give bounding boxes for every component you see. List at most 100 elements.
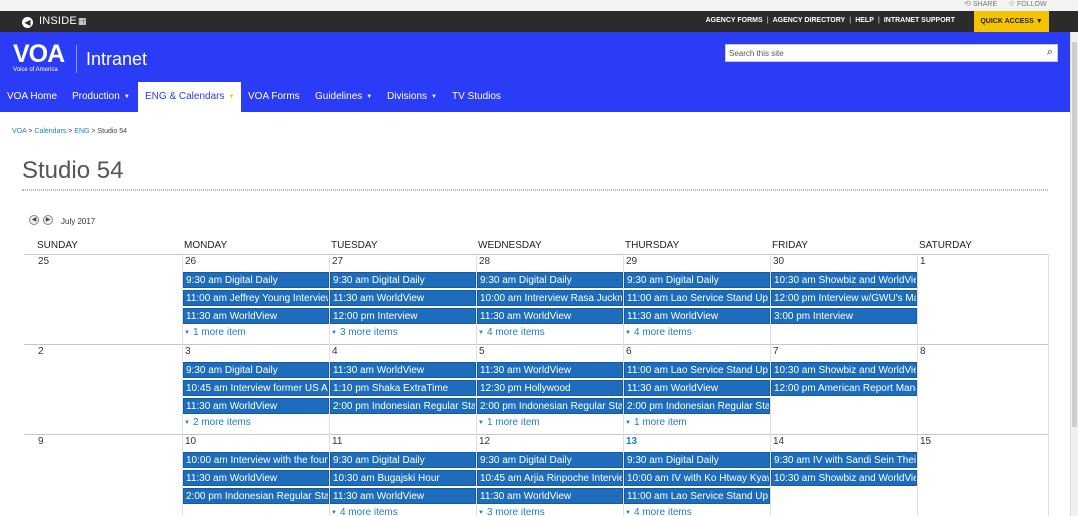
calendar-event[interactable]: 9:30 am Digital Daily xyxy=(330,452,476,468)
nav-item[interactable]: ENG & Calendars ▼ xyxy=(138,82,242,112)
share-button[interactable]: ⟲ SHARE xyxy=(964,0,997,8)
nav-item[interactable]: Guidelines ▼ xyxy=(315,82,372,112)
more-items-link[interactable]: ▼ 4 more items xyxy=(625,327,692,338)
more-items-link[interactable]: ▼ 4 more items xyxy=(331,507,398,516)
calendar-event[interactable]: 12:00 pm Interview w/GWU's Mary xyxy=(771,290,917,306)
nav-item[interactable]: VOA Forms xyxy=(248,82,300,112)
day-number[interactable]: 10 xyxy=(185,436,196,447)
calendar-event[interactable]: 9:30 am Digital Daily xyxy=(183,362,329,378)
more-items-link[interactable]: ▼ 1 more item xyxy=(478,417,540,428)
prev-month-button[interactable]: ◀ xyxy=(29,215,39,225)
calendar-event[interactable]: 9:30 am IV with Sandi Sein Their xyxy=(771,452,917,468)
calendar-event[interactable]: 11:00 am Jeffrey Young Interview xyxy=(183,290,329,306)
day-number[interactable]: 27 xyxy=(332,256,343,267)
more-items-link[interactable]: ▼ 3 more items xyxy=(331,327,398,338)
calendar-event[interactable]: 11:30 am WorldView xyxy=(330,362,476,378)
calendar-event[interactable]: 11:30 am WorldView xyxy=(183,470,329,486)
day-number[interactable]: 3 xyxy=(185,346,191,357)
scrollbar[interactable] xyxy=(1070,32,1078,516)
calendar-event[interactable]: 11:30 am WorldView xyxy=(477,308,623,324)
calendar-event[interactable]: 9:30 am Digital Daily xyxy=(477,452,623,468)
calendar-event[interactable]: 2:00 pm Indonesian Regular Stand Up xyxy=(477,398,623,414)
search-icon[interactable]: ⌕ xyxy=(1047,46,1053,59)
calendar-event[interactable]: 12:00 pm Interview xyxy=(330,308,476,324)
day-number[interactable]: 2 xyxy=(38,346,44,357)
calendar-event[interactable]: 9:30 am Digital Daily xyxy=(183,272,329,288)
calendar-event[interactable]: 9:30 am Digital Daily xyxy=(624,272,770,288)
inside-link[interactable]: ◀ INSIDE▦ xyxy=(22,15,87,28)
calendar-event[interactable]: 11:00 am Lao Service Stand Up xyxy=(624,290,770,306)
calendar-event[interactable]: 3:00 pm Interview xyxy=(771,308,917,324)
utility-link[interactable]: HELP xyxy=(855,17,874,24)
breadcrumb-link[interactable]: ENG xyxy=(74,128,89,135)
calendar-event[interactable]: 12:00 pm American Report Manager xyxy=(771,380,917,396)
calendar-event[interactable]: 11:30 am WorldView xyxy=(477,362,623,378)
more-items-link[interactable]: ▼ 1 more item xyxy=(184,327,246,338)
day-number[interactable]: 4 xyxy=(332,346,338,357)
utility-link[interactable]: AGENCY DIRECTORY xyxy=(773,17,846,24)
calendar-event[interactable]: 12:30 pm Hollywood xyxy=(477,380,623,396)
calendar-event[interactable]: 10:30 am Showbiz and WorldView xyxy=(771,362,917,378)
calendar-event[interactable]: 10:30 am Showbiz and WorldView xyxy=(771,272,917,288)
day-number[interactable]: 11 xyxy=(332,436,342,447)
calendar-event[interactable]: 11:00 am Lao Service Stand Up xyxy=(624,488,770,504)
utility-link[interactable]: AGENCY FORMS xyxy=(706,17,763,24)
calendar-event[interactable]: 9:30 am Digital Daily xyxy=(477,272,623,288)
calendar-event[interactable]: 10:00 am Interview with the founder xyxy=(183,452,329,468)
calendar-event[interactable]: 11:30 am WorldView xyxy=(624,308,770,324)
breadcrumb-link[interactable]: Calendars xyxy=(34,128,66,135)
calendar-event[interactable]: 10:45 am Interview former US Amb xyxy=(183,380,329,396)
follow-button[interactable]: ☆ FOLLOW xyxy=(1008,0,1047,8)
day-number[interactable]: 28 xyxy=(479,256,490,267)
next-month-button[interactable]: ▶ xyxy=(43,215,53,225)
calendar-event[interactable]: 11:00 am Lao Service Stand Up xyxy=(624,362,770,378)
calendar-event[interactable]: 11:30 am WorldView xyxy=(330,488,476,504)
day-number[interactable]: 13 xyxy=(626,436,637,447)
calendar-event[interactable]: 9:30 am Digital Daily xyxy=(624,452,770,468)
calendar-event[interactable]: 2:00 pm Indonesian Regular Stand Up xyxy=(330,398,476,414)
search-input[interactable]: Search this site ⌕ xyxy=(725,44,1058,62)
calendar-event[interactable]: 10:45 am Arjia Rinpoche Interview xyxy=(477,470,623,486)
utility-link[interactable]: INTRANET SUPPORT xyxy=(884,17,955,24)
day-number[interactable]: 26 xyxy=(185,256,196,267)
day-number[interactable]: 25 xyxy=(38,256,49,267)
nav-item[interactable]: Divisions ▼ xyxy=(387,82,437,112)
calendar-event[interactable]: 2:00 pm Indonesian Regular Stand Up xyxy=(183,488,329,504)
day-number[interactable]: 30 xyxy=(773,256,784,267)
more-items-link[interactable]: ▼ 3 more items xyxy=(478,507,545,516)
breadcrumb-link[interactable]: VOA xyxy=(12,128,26,135)
calendar-event[interactable]: 10:30 am Showbiz and WorldView xyxy=(771,470,917,486)
day-number[interactable]: 9 xyxy=(38,436,44,447)
calendar-event[interactable]: 10:00 am Intrerview Rasa Jucknevicius xyxy=(477,290,623,306)
calendar-event[interactable]: 9:30 am Digital Daily xyxy=(330,272,476,288)
nav-item[interactable]: VOA Home xyxy=(7,82,57,112)
day-number[interactable]: 7 xyxy=(773,346,779,357)
voa-logo[interactable]: VOA xyxy=(13,42,65,67)
day-number[interactable]: 6 xyxy=(626,346,632,357)
scrollbar-thumb[interactable] xyxy=(1072,42,1077,427)
calendar-event[interactable]: 11:30 am WorldView xyxy=(477,488,623,504)
more-items-link[interactable]: ▼ 1 more item xyxy=(625,417,687,428)
more-items-link[interactable]: ▼ 4 more items xyxy=(478,327,545,338)
day-number[interactable]: 8 xyxy=(920,346,926,357)
calendar-event[interactable]: 2:00 pm Indonesian Regular Stand Up xyxy=(624,398,770,414)
calendar-event[interactable]: 1:10 pm Shaka ExtraTime xyxy=(330,380,476,396)
nav-item[interactable]: TV Studios xyxy=(452,82,501,112)
calendar-event[interactable]: 11:30 am WorldView xyxy=(624,380,770,396)
day-number[interactable]: 29 xyxy=(626,256,637,267)
day-number[interactable]: 15 xyxy=(920,436,931,447)
more-items-link[interactable]: ▼ 2 more items xyxy=(184,417,251,428)
calendar-event[interactable]: 11:30 am WorldView xyxy=(183,398,329,414)
day-number[interactable]: 14 xyxy=(773,436,784,447)
day-number[interactable]: 12 xyxy=(479,436,490,447)
day-number[interactable]: 5 xyxy=(479,346,485,357)
calendar-event[interactable]: 10:00 am IV with Ko Htway Kyaw xyxy=(624,470,770,486)
nav-item[interactable]: Production ▼ xyxy=(72,82,130,112)
more-items-link[interactable]: ▼ 4 more items xyxy=(625,507,692,516)
quick-access-button[interactable]: QUICK ACCESS ▼ xyxy=(974,11,1049,32)
calendar-event[interactable]: 10:30 am Bugajski Hour xyxy=(330,470,476,486)
site-title[interactable]: Intranet xyxy=(86,49,147,70)
calendar-event[interactable]: 11:30 am WorldView xyxy=(183,308,329,324)
calendar-event[interactable]: 11:30 am WorldView xyxy=(330,290,476,306)
day-number[interactable]: 1 xyxy=(920,256,926,267)
